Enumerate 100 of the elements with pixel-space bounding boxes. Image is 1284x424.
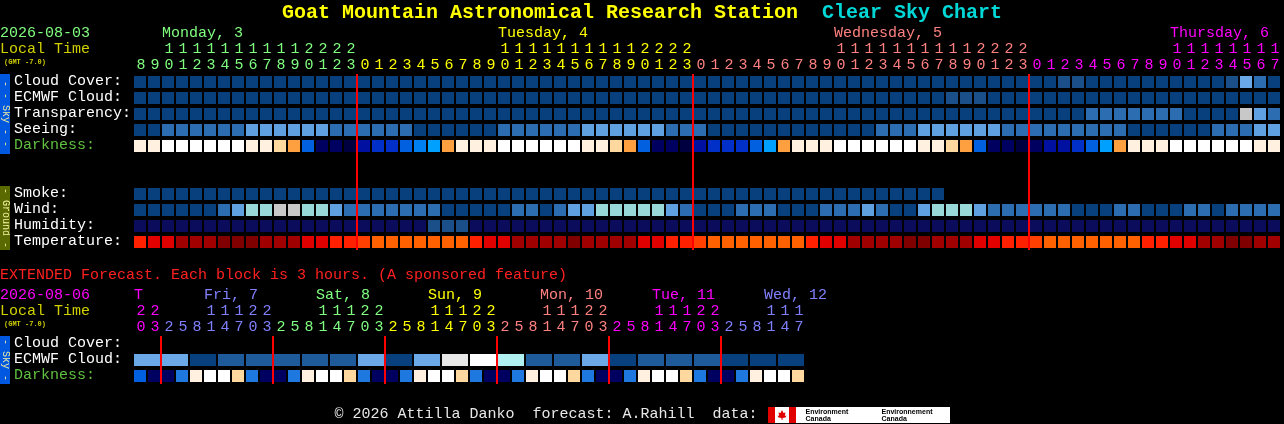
hour-digit: 1 xyxy=(556,304,566,320)
hour-digit: 6 xyxy=(1116,58,1126,74)
hour-digit: 1 xyxy=(248,42,258,58)
hour-digit: 2 xyxy=(276,320,286,336)
hour-digit: 3 xyxy=(402,58,412,74)
hour-digit: 0 xyxy=(500,58,510,74)
hour-digit: 4 xyxy=(556,320,566,336)
hour-digit: 1 xyxy=(458,304,468,320)
hour-digit: 1 xyxy=(1242,42,1252,58)
chart-date: 2026-08-06 xyxy=(0,288,90,304)
hour-digit: 0 xyxy=(1172,58,1182,74)
hour-digit: 4 xyxy=(220,320,230,336)
hour-digit: 2 xyxy=(1004,42,1014,58)
hour-digit: 4 xyxy=(1088,58,1098,74)
hour-digit: 3 xyxy=(878,58,888,74)
hour-digit: 1 xyxy=(500,42,510,58)
hour-digit: 8 xyxy=(640,320,650,336)
hour-digit: 1 xyxy=(542,42,552,58)
day-label: Sun, 9 xyxy=(428,288,482,304)
hour-digit: 2 xyxy=(332,42,342,58)
row-label: ECMWF Cloud: xyxy=(14,90,123,106)
hour-digit: 7 xyxy=(1130,58,1140,74)
hour-digit: 0 xyxy=(164,58,174,74)
hour-digit: 1 xyxy=(542,320,552,336)
hour-digit: 3 xyxy=(486,320,496,336)
hour-digit: 0 xyxy=(360,320,370,336)
hour-digit: 1 xyxy=(206,304,216,320)
hour-digit: 1 xyxy=(290,42,300,58)
hour-digit: 1 xyxy=(850,58,860,74)
row-label: Cloud Cover: xyxy=(14,74,123,90)
hour-digit: 1 xyxy=(276,42,286,58)
row-label: Smoke: xyxy=(14,186,68,202)
hour-digit: 2 xyxy=(584,304,594,320)
hour-digit: 2 xyxy=(1060,58,1070,74)
hour-digit: 4 xyxy=(892,58,902,74)
hour-digit: 9 xyxy=(962,58,972,74)
hour-digit: 2 xyxy=(486,304,496,320)
row-label: Seeing: xyxy=(14,122,77,138)
hour-digit: 1 xyxy=(1214,42,1224,58)
hour-digit: 8 xyxy=(948,58,958,74)
hour-digit: 0 xyxy=(836,58,846,74)
hour-digit: 1 xyxy=(1270,42,1280,58)
hour-digit: 1 xyxy=(654,320,664,336)
hour-digit: 1 xyxy=(1256,42,1266,58)
hour-digit: 4 xyxy=(332,320,342,336)
hour-digit: 1 xyxy=(892,42,902,58)
hour-digit: 9 xyxy=(150,58,160,74)
hour-digit: 5 xyxy=(430,58,440,74)
hour-digit: 8 xyxy=(276,58,286,74)
hour-digit: 5 xyxy=(1102,58,1112,74)
hour-digit: 5 xyxy=(626,320,636,336)
hour-digit: 5 xyxy=(402,320,412,336)
time-label: Local Time xyxy=(0,42,90,58)
hour-digit: 8 xyxy=(472,58,482,74)
hour-digit: 3 xyxy=(346,58,356,74)
row-label: Darkness: xyxy=(14,368,95,384)
hour-digit: 1 xyxy=(1186,58,1196,74)
hour-digit: 0 xyxy=(696,320,706,336)
hour-digit: 2 xyxy=(304,42,314,58)
hour-digit: 7 xyxy=(346,320,356,336)
hour-digit: 1 xyxy=(556,42,566,58)
hour-digit: 2 xyxy=(346,42,356,58)
hour-digit: 3 xyxy=(738,58,748,74)
hour-digit: 2 xyxy=(710,304,720,320)
hour-digit: 5 xyxy=(1242,58,1252,74)
hour-digit: 1 xyxy=(220,42,230,58)
hour-digit: 1 xyxy=(318,320,328,336)
row-label: Wind: xyxy=(14,202,59,218)
hour-digit: 1 xyxy=(962,42,972,58)
hour-digit: 4 xyxy=(556,58,566,74)
hour-digit: 1 xyxy=(318,304,328,320)
hour-digit: 1 xyxy=(1228,42,1238,58)
hour-digit: 2 xyxy=(976,42,986,58)
time-label: Local Time xyxy=(0,304,90,320)
hour-digit: 2 xyxy=(864,58,874,74)
hour-digit: 1 xyxy=(542,304,552,320)
hour-digit: 1 xyxy=(584,42,594,58)
hour-digit: 3 xyxy=(262,320,272,336)
hour-digit: 2 xyxy=(1200,58,1210,74)
hour-digit: 1 xyxy=(570,42,580,58)
midnight-line xyxy=(384,336,386,384)
midnight-line xyxy=(720,336,722,384)
day-label: Thursday, 6 xyxy=(1170,26,1270,42)
hour-digit: 2 xyxy=(612,320,622,336)
hour-digit: 1 xyxy=(948,42,958,58)
hour-digit: 1 xyxy=(262,42,272,58)
hour-digit: 4 xyxy=(1228,58,1238,74)
hour-digit: 1 xyxy=(1186,42,1196,58)
hour-digit: 5 xyxy=(766,58,776,74)
hour-digit: 1 xyxy=(570,304,580,320)
midnight-line xyxy=(160,336,162,384)
row-label: Cloud Cover: xyxy=(14,336,123,352)
midnight-line xyxy=(608,336,610,384)
hour-digit: 2 xyxy=(724,58,734,74)
hour-digit: 7 xyxy=(934,58,944,74)
hour-digit: 3 xyxy=(1074,58,1084,74)
hour-digit: 1 xyxy=(220,304,230,320)
hour-digit: 2 xyxy=(150,304,160,320)
row-label: Humidity: xyxy=(14,218,95,234)
hour-digit: 5 xyxy=(234,58,244,74)
